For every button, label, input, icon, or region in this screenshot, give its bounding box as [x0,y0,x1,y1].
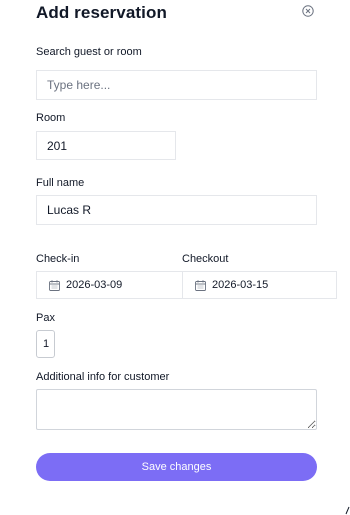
checkout-field[interactable]: 2026-03-15 [182,271,337,299]
calendar-icon [195,279,206,291]
search-label: Search guest or room [36,46,142,58]
additional-info-label: Additional info for customer [36,371,170,383]
additional-info-textarea[interactable] [36,389,317,430]
close-icon[interactable] [301,4,315,18]
checkout-value: 2026-03-15 [212,279,269,291]
calendar-icon [49,279,60,291]
save-button[interactable]: Save changes [36,453,317,481]
full-name-label: Full name [36,177,85,189]
dialog-title: Add reservation [36,3,167,22]
search-input[interactable] [36,70,317,100]
full-name-input[interactable] [36,195,317,225]
pax-stepper[interactable] [36,330,55,358]
checkout-label: Checkout [182,253,229,265]
check-in-value: 2026-03-09 [66,279,123,291]
pax-label: Pax [36,312,55,324]
room-label: Room [36,112,66,124]
resize-handle-icon [345,506,350,515]
check-in-field[interactable]: 2026-03-09 [36,271,183,299]
check-in-label: Check-in [36,253,80,265]
room-input[interactable] [36,131,176,160]
